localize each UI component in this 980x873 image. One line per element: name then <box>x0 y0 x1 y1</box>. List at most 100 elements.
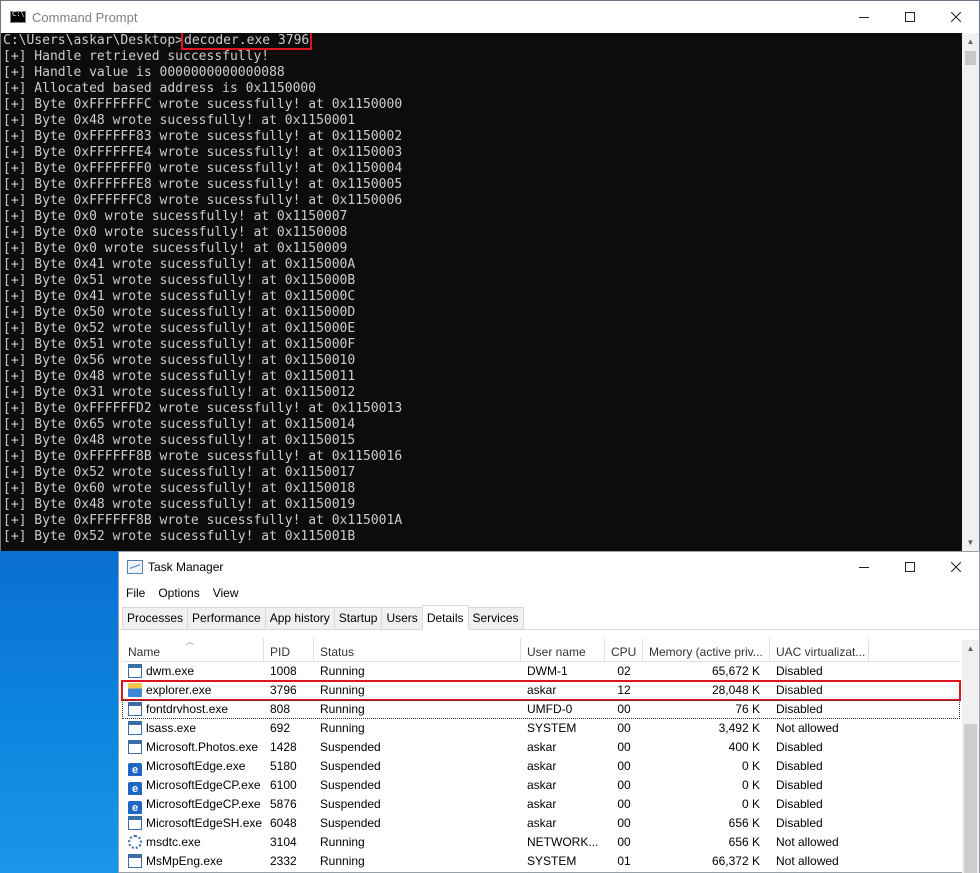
cmd-title: Command Prompt <box>32 9 138 25</box>
menu-view[interactable]: View <box>213 586 239 600</box>
cell-name: msdtc.exe <box>122 833 264 852</box>
cell-memory: 66,372 K <box>711 854 760 868</box>
close-button[interactable] <box>933 1 979 33</box>
cmd-output-line: [+] Byte 0x0 wrote sucessfully! at 0x115… <box>3 209 348 224</box>
cmd-output-line: [+] Byte 0x51 wrote sucessfully! at 0x11… <box>3 273 356 288</box>
column-header-pid[interactable]: PID <box>264 638 314 662</box>
tab-app-history[interactable]: App history <box>264 607 335 629</box>
scroll-thumb[interactable] <box>964 724 977 873</box>
maximize-button[interactable] <box>887 1 933 33</box>
cmd-titlebar[interactable]: Command Prompt <box>1 1 979 33</box>
cell-user: UMFD-0 <box>527 702 573 716</box>
tm-titlebar[interactable]: Task Manager <box>119 552 979 582</box>
menu-file[interactable]: File <box>126 586 145 600</box>
cmd-command-highlighted: decoder.exe 3796 <box>181 33 313 50</box>
column-header-uac[interactable]: UAC virtualizat... <box>770 638 869 662</box>
process-name: dwm.exe <box>146 664 195 678</box>
cmd-output-line: [+] Byte 0xFFFFFFE8 wrote sucessfully! a… <box>3 177 403 192</box>
cell-uac: Disabled <box>776 683 823 697</box>
column-header-cpu[interactable]: CPU <box>605 638 643 662</box>
table-row[interactable]: MicrosoftEdgeSH.exe 6048 Suspended askar 00 6… <box>122 814 960 833</box>
cell-name: MsMpEng.exe <box>122 852 264 871</box>
menu-options[interactable]: Options <box>158 586 199 600</box>
cell-pid: 5180 <box>270 759 297 773</box>
cell-user: askar <box>527 740 557 754</box>
process-name: msdtc.exe <box>146 835 201 849</box>
cmd-vertical-scrollbar[interactable]: ▲ ▼ <box>962 33 979 551</box>
cell-cpu: 12 <box>617 683 631 697</box>
cell-pid: 3104 <box>270 835 297 849</box>
table-row[interactable]: MsMpEng.exe 2332 Running SYSTEM 01 66,372 K No… <box>122 852 960 871</box>
cmd-console[interactable]: C:\Users\askar\Desktop>decoder.exe 3796 … <box>1 33 963 551</box>
cmd-output-line: [+] Byte 0x52 wrote sucessfully! at 0x11… <box>3 465 356 480</box>
window-icon <box>128 816 142 830</box>
cell-cpu: 02 <box>617 664 631 678</box>
cell-memory: 28,048 K <box>711 683 760 697</box>
scroll-thumb[interactable] <box>965 51 976 65</box>
cmd-output-line: [+] Byte 0x0 wrote sucessfully! at 0x115… <box>3 225 348 240</box>
scroll-up-arrow-icon[interactable]: ▲ <box>962 33 979 50</box>
maximize-icon <box>905 12 915 22</box>
cmd-output-line: [+] Handle retrieved successfully! <box>3 49 270 64</box>
tm-close-button[interactable] <box>933 552 979 582</box>
table-row[interactable]: msdtc.exe 3104 Running NETWORK... 00 656 K Not… <box>122 833 960 852</box>
cell-status: Suspended <box>320 740 381 754</box>
cmd-output-line: [+] Byte 0xFFFFFFC8 wrote sucessfully! a… <box>3 193 403 208</box>
table-row[interactable]: fontdrvhost.exe 808 Running UMFD-0 00 76 K Dis… <box>122 700 960 719</box>
cmd-prompt: C:\Users\askar\Desktop> <box>3 33 184 48</box>
cmd-output-line: [+] Byte 0xFFFFFFD2 wrote sucessfully! a… <box>3 401 403 416</box>
cell-pid: 1008 <box>270 664 297 678</box>
tab-details[interactable]: Details <box>421 605 469 630</box>
column-header-user-name[interactable]: User name <box>521 638 605 662</box>
tm-vertical-scrollbar[interactable]: ▲ <box>962 640 979 873</box>
column-header-status[interactable]: Status <box>314 638 521 662</box>
cmd-output-line: [+] Byte 0x31 wrote sucessfully! at 0x11… <box>3 385 356 400</box>
cell-status: Suspended <box>320 797 381 811</box>
tab-services[interactable]: Services <box>467 607 524 629</box>
table-row[interactable]: lsass.exe 692 Running SYSTEM 00 3,492 K Not al… <box>122 719 960 738</box>
tab-processes[interactable]: Processes <box>122 607 189 629</box>
cell-cpu: 00 <box>617 835 631 849</box>
tm-maximize-button[interactable] <box>887 552 933 582</box>
cell-name: e MicrosoftEdgeCP.exe <box>122 795 264 814</box>
column-header-memory[interactable]: Memory (active priv... <box>643 638 770 662</box>
cell-pid: 692 <box>270 721 291 735</box>
table-row[interactable]: explorer.exe 3796 Running askar 12 28,048 K Di… <box>121 680 961 701</box>
tm-menubar: File Options View <box>119 582 979 604</box>
cmd-output-line: [+] Byte 0x65 wrote sucessfully! at 0x11… <box>3 417 356 432</box>
cell-status: Suspended <box>320 778 381 792</box>
tab-startup[interactable]: Startup <box>333 607 383 629</box>
cell-cpu: 00 <box>617 702 631 716</box>
minimize-button[interactable] <box>841 1 887 33</box>
cmd-app-icon <box>10 10 26 23</box>
cell-name: e MicrosoftEdgeCP.exe <box>122 776 264 795</box>
table-row[interactable]: dwm.exe 1008 Running DWM-1 02 65,672 K Disable… <box>122 662 960 681</box>
minimize-icon <box>859 567 869 568</box>
cell-cpu: 01 <box>617 854 631 868</box>
table-row[interactable]: e MicrosoftEdge.exe 5180 Suspended askar 00 0 … <box>122 757 960 776</box>
cell-user: SYSTEM <box>527 721 577 735</box>
cell-cpu: 00 <box>617 816 631 830</box>
process-name: MicrosoftEdgeCP.exe <box>146 797 261 811</box>
cell-status: Running <box>320 854 365 868</box>
tab-performance[interactable]: Performance <box>187 607 266 629</box>
scroll-up-arrow-icon[interactable]: ▲ <box>962 640 979 657</box>
tab-users[interactable]: Users <box>381 607 423 629</box>
scroll-down-arrow-icon[interactable]: ▼ <box>962 534 979 551</box>
table-row[interactable]: Microsoft.Photos.exe 1428 Suspended askar 00… <box>122 738 960 757</box>
tm-minimize-button[interactable] <box>841 552 887 582</box>
cmd-output-line: [+] Byte 0x48 wrote sucessfully! at 0x11… <box>3 497 356 512</box>
cell-memory: 65,672 K <box>711 664 760 678</box>
process-name: MicrosoftEdge.exe <box>146 759 246 773</box>
cmd-output: [+] Handle retrieved successfully! [+] Ha… <box>1 49 963 545</box>
tm-title: Task Manager <box>148 560 224 574</box>
table-row[interactable]: e MicrosoftEdgeCP.exe 6100 Suspended askar 00… <box>122 776 960 795</box>
cell-pid: 1428 <box>270 740 297 754</box>
cell-name: fontdrvhost.exe <box>122 700 264 719</box>
minimize-icon <box>859 17 869 18</box>
window-icon <box>128 854 142 868</box>
cell-cpu: 00 <box>617 759 631 773</box>
table-row[interactable]: e MicrosoftEdgeCP.exe 5876 Suspended askar 00… <box>122 795 960 814</box>
cell-name: explorer.exe <box>122 681 264 700</box>
cell-pid: 6048 <box>270 816 297 830</box>
